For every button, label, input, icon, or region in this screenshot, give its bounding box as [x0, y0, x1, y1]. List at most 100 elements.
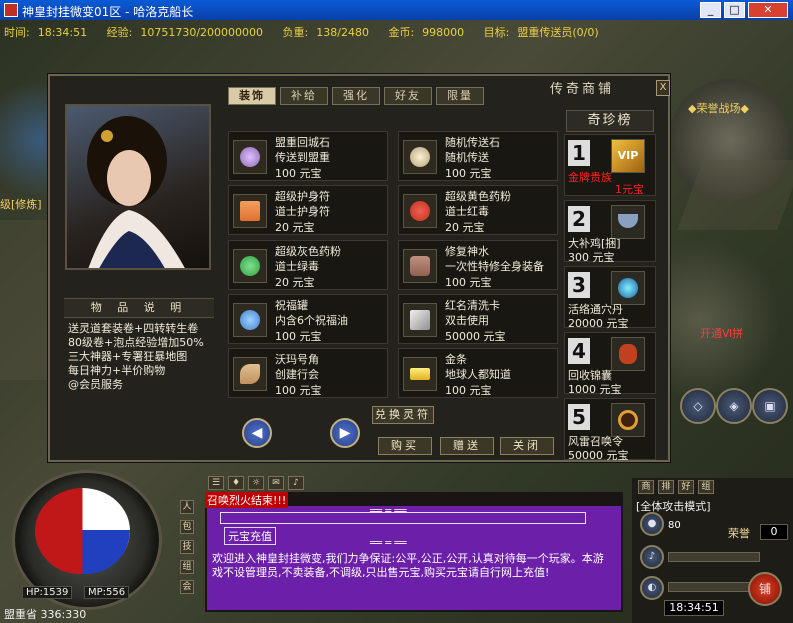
target-label: 目标: [483, 26, 510, 39]
tab-limited[interactable]: 限量 [436, 87, 484, 105]
gold-label: 金币: [388, 26, 415, 39]
shop-button[interactable]: 铺 [748, 572, 782, 606]
item-desc: 随机传送 [445, 151, 489, 164]
sound-icon[interactable]: ♪ [640, 545, 664, 569]
shop-item[interactable]: 修复神水 一次性特修全身装备 100 元宝 [398, 240, 558, 290]
side-button[interactable]: 会 [180, 580, 194, 594]
hud-icon[interactable]: 组 [698, 480, 714, 494]
character-portrait [65, 104, 211, 270]
item-price: 50000 元宝 [445, 330, 506, 343]
exp-value: 10751730/200000000 [140, 26, 264, 39]
gift-button[interactable]: 赠送 [440, 437, 494, 455]
item-price: 100 元宝 [445, 384, 492, 397]
npc-label-left[interactable]: 级[修炼] [0, 196, 42, 212]
shop-item[interactable]: 沃玛号角 创建行会 100 元宝 [228, 348, 388, 398]
volume-icon[interactable]: ◐ [640, 576, 664, 600]
hud-icon[interactable]: 排 [658, 480, 674, 494]
hud-icon[interactable]: ♪ [288, 476, 304, 490]
next-page-button[interactable]: ▶ [330, 418, 360, 448]
rank-item[interactable]: 1 VIP 金牌贵族 1元宝 [564, 134, 656, 196]
skill-slot[interactable]: ▣ [752, 388, 788, 424]
hud-icon[interactable]: 好 [678, 480, 694, 494]
tab-enhance[interactable]: 强化 [332, 87, 380, 105]
shop-item[interactable]: 金条 地球人都知道 100 元宝 [398, 348, 558, 398]
item-desc: 创建行会 [275, 368, 319, 381]
item-price: 100 元宝 [275, 330, 322, 343]
prev-page-button[interactable]: ◀ [242, 418, 272, 448]
gold-bar-icon [403, 357, 437, 391]
item-desc: 一次性特修全身装备 [445, 260, 544, 273]
shop-item[interactable]: 盟重回城石 传送到盟重 100 元宝 [228, 131, 388, 181]
item-desc: 地球人都知道 [445, 368, 511, 381]
app-icon [4, 3, 18, 17]
shop-item[interactable]: 随机传送石 随机传送 100 元宝 [398, 131, 558, 181]
hud-icon[interactable]: ☼ [248, 476, 264, 490]
side-button[interactable]: 组 [180, 560, 194, 574]
close-button[interactable]: 关闭 [500, 437, 554, 455]
hp-readout: HP:1539 [22, 586, 73, 599]
tab-decoration[interactable]: 装饰 [228, 87, 276, 105]
rank-number: 1 [568, 140, 590, 166]
hud-icon[interactable]: ✉ [268, 476, 284, 490]
description-line: 送灵道套装卷+四转转生卷 [68, 322, 199, 335]
item-desc: 双击使用 [445, 314, 489, 327]
guild-label[interactable]: ◆荣誉战场◆ [688, 100, 749, 116]
rank-price: 20000 元宝 [568, 317, 629, 330]
gold-value: 998000 [422, 26, 465, 39]
shop-item[interactable]: 祝福罐 内含6个祝福油 100 元宝 [228, 294, 388, 344]
hud-icon[interactable]: ♦ [228, 476, 244, 490]
minimize-button[interactable]: _ [700, 2, 721, 18]
shop-close-icon[interactable]: X [656, 80, 670, 96]
hud-icon[interactable]: 商 [638, 480, 654, 494]
item-name: 金条 [445, 353, 467, 366]
exchange-button[interactable]: 兑换灵符 [372, 406, 434, 424]
slider-track[interactable] [668, 582, 760, 592]
item-price: 100 元宝 [275, 384, 322, 397]
rank-item[interactable]: 4 回收锦囊 1000 元宝 [564, 332, 656, 396]
rank-name: 金牌贵族 [568, 171, 612, 184]
item-name: 红名清洗卡 [445, 299, 500, 312]
mp-readout: MP:556 [84, 586, 130, 599]
shop-item[interactable]: 超级黄色药粉 道士红毒 20 元宝 [398, 185, 558, 235]
skill-slot[interactable]: ◇ [680, 388, 716, 424]
slider-track[interactable] [668, 552, 760, 562]
shop-item[interactable]: 超级护身符 道士护身符 20 元宝 [228, 185, 388, 235]
description-title: 物 品 说 明 [64, 298, 214, 318]
npc-label-right[interactable]: 开通Ⅵ拼 [700, 325, 743, 341]
shop-item[interactable]: 超级灰色药粉 道士绿毒 20 元宝 [228, 240, 388, 290]
weight-value: 138/2480 [316, 26, 369, 39]
side-button[interactable]: 技 [180, 540, 194, 554]
rank-title: 奇珍榜 [566, 110, 654, 132]
side-button[interactable]: 包 [180, 520, 194, 534]
tab-friends[interactable]: 好友 [384, 87, 432, 105]
item-name: 超级护身符 [275, 190, 330, 203]
skill-slot[interactable]: ◈ [716, 388, 752, 424]
horn-icon [233, 357, 267, 391]
rank-price: 1000 元宝 [568, 383, 622, 396]
item-desc: 传送到盟重 [275, 151, 330, 164]
rank-price: 300 元宝 [568, 251, 615, 264]
shop-item[interactable]: 红名清洗卡 双击使用 50000 元宝 [398, 294, 558, 344]
close-window-button[interactable]: ✕ [748, 2, 788, 18]
weight-label: 负重: [282, 26, 309, 39]
hud-icon[interactable]: ☰ [208, 476, 224, 490]
shop-title: 传奇商铺 [549, 82, 614, 97]
pouch-icon [611, 337, 645, 371]
rank-item[interactable]: 2 大补鸡[捆] 300 元宝 [564, 200, 656, 264]
buy-button[interactable]: 购买 [378, 437, 432, 455]
rank-price: 1元宝 [615, 183, 644, 196]
attack-mode[interactable]: [全体攻击模式] [636, 498, 711, 514]
rank-item[interactable]: 3 活络通穴丹 20000 元宝 [564, 266, 656, 330]
recharge-label[interactable]: 元宝充值 [224, 527, 276, 545]
status-line: 时间: 18:34:51 经验: 10751730/200000000 负重: 138… [4, 24, 615, 40]
item-desc: 道士红毒 [445, 205, 489, 218]
chat-frame [220, 512, 586, 524]
rank-item[interactable]: 5 风雷召唤令 50000 元宝 [564, 398, 656, 462]
tab-supply[interactable]: 补给 [280, 87, 328, 105]
side-button[interactable]: 人 [180, 500, 194, 514]
window-titlebar[interactable]: 神皇封挂微变01区 - 哈洛克船长 _ □ ✕ [0, 0, 793, 20]
description-line: @会员服务 [68, 378, 123, 391]
powder-bag-icon [233, 249, 267, 283]
potion-icon [403, 249, 437, 283]
maximize-button[interactable]: □ [724, 2, 745, 18]
